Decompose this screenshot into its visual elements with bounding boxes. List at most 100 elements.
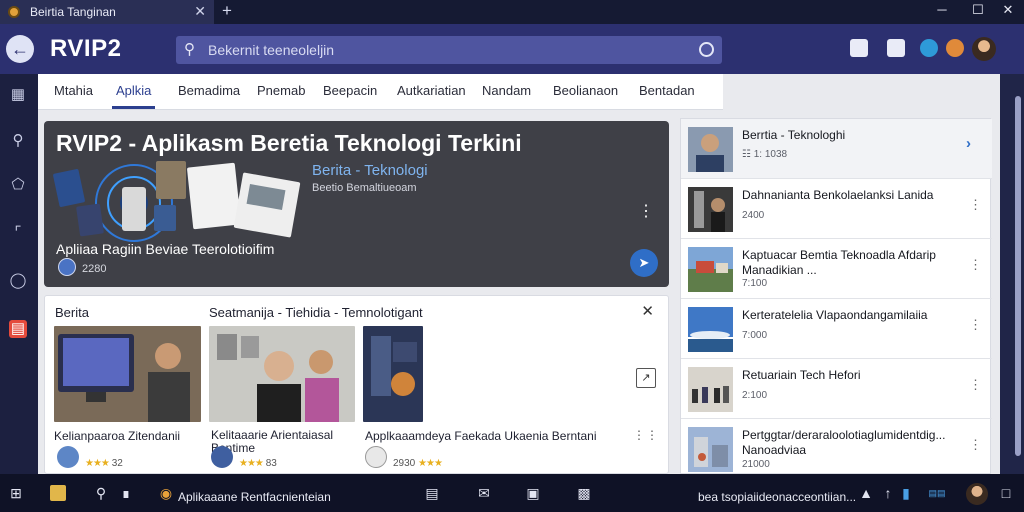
list-thumbnail <box>688 367 733 412</box>
share-button[interactable]: ➤ <box>630 249 658 277</box>
article-meta: ★★★ 83 <box>239 458 277 469</box>
tab-pnemab[interactable]: Pnemab <box>257 83 305 98</box>
search-icon: ⚲ <box>184 41 195 58</box>
related-articles-card: Berita Seatmanija - Tiehidia - Temnoloti… <box>44 295 669 474</box>
tab-beolianaon[interactable]: Beolianaon <box>553 83 618 98</box>
task-view-icon[interactable]: ∎ <box>118 485 134 501</box>
history-icon[interactable]: ◯ <box>9 272 27 290</box>
voice-search-icon[interactable] <box>699 42 714 57</box>
more-options-icon[interactable]: ⋮ <box>969 437 982 453</box>
list-item[interactable]: Pertggtar/deraraloolotiaglumidentdig... … <box>681 419 992 479</box>
scrollbar-thumb[interactable] <box>1015 96 1021 456</box>
article-title[interactable]: Kelianpaaroa Zitendanii <box>54 429 180 443</box>
more-options-icon[interactable]: ⋮ <box>969 317 982 333</box>
article-meta: 2930 ★★★ <box>393 458 443 469</box>
title-bar: Beirtia Tanginan ✕ + ─ ☐ ✕ <box>0 0 1024 24</box>
app-title: RVIP2 <box>50 35 122 62</box>
browser-tab[interactable]: Beirtia Tanginan ✕ <box>0 0 214 24</box>
author-avatar <box>57 446 79 468</box>
rating-stars: ★★★ <box>85 458 110 469</box>
search-icon[interactable]: ⚲ <box>93 485 109 501</box>
featured-article[interactable]: RVIP2 - Aplikasm Beretia Teknologi Terki… <box>44 121 669 287</box>
article-thumbnail[interactable] <box>363 326 423 422</box>
tab-aplkia[interactable]: Aplkia <box>111 83 156 109</box>
list-thumbnail <box>688 187 733 232</box>
pin-icon[interactable]: ⚲ <box>9 132 27 150</box>
list-item[interactable]: Retuariain Tech Hefori 2:100 ⋮ <box>681 359 992 419</box>
store-icon[interactable]: ▩ <box>576 485 592 501</box>
taskbar-app-label[interactable]: Aplikaaane Rentfacnienteian <box>178 490 331 504</box>
rating-stars: ★★★ <box>239 458 264 469</box>
clock-widget-icon[interactable]: ▤▤ <box>926 485 948 501</box>
featured-count: 2280 <box>82 263 107 275</box>
expand-icon[interactable]: ↗ <box>636 368 656 388</box>
tab-close-icon[interactable]: ✕ <box>194 3 206 20</box>
list-title: Pertggtar/deraraloolotiaglumidentdig... … <box>742 428 946 457</box>
tab-title: Beirtia Tanginan <box>30 5 116 19</box>
more-options-icon[interactable]: ⋮ <box>638 201 654 221</box>
tab-nandam[interactable]: Nandam <box>482 83 531 98</box>
list-meta: 2:100 <box>742 390 768 401</box>
screenshot-icon[interactable]: ▣ <box>525 485 541 501</box>
list-item[interactable]: Dahnanianta Benkolaelanksi Lanida 2400 ⋮ <box>681 179 992 239</box>
tab-bemadima[interactable]: Bemadima <box>178 83 240 98</box>
more-options-icon[interactable]: ⋮ <box>969 197 982 213</box>
tab-bentadan[interactable]: Bentadan <box>639 83 695 98</box>
maximize-button[interactable]: ☐ <box>968 2 988 18</box>
article-title[interactable]: Applkaaamdeya Faekada Ukaenia Berntani <box>365 429 596 443</box>
chart-icon[interactable]: ⌜ <box>9 224 27 242</box>
close-window-button[interactable]: ✕ <box>998 2 1018 18</box>
minimize-button[interactable]: ─ <box>932 2 952 17</box>
user-avatar[interactable] <box>972 37 996 61</box>
article-thumbnail[interactable] <box>54 326 201 422</box>
news-icon[interactable]: ▤ <box>9 320 27 338</box>
notification-center-icon[interactable]: □ <box>998 485 1014 501</box>
list-item[interactable]: Berrtia - Teknologhi ☷ 1: 1038 › <box>681 119 992 179</box>
article-thumbnail[interactable] <box>209 326 355 422</box>
windows-start-icon[interactable]: ⊞ <box>8 485 24 501</box>
more-options-icon[interactable]: ⋮ <box>969 377 982 393</box>
back-button[interactable]: ← <box>6 35 34 63</box>
list-title: Kaptuacar Bemtia Teknoadla Afdarip Manad… <box>742 248 936 277</box>
more-dots-icon[interactable]: ⋮⋮ <box>633 428 659 442</box>
mail-icon[interactable]: ✉ <box>476 485 492 501</box>
list-meta: 7:000 <box>742 330 768 341</box>
search-bar[interactable]: ⚲ <box>176 36 722 64</box>
rating-stars: ★★★ <box>418 458 443 469</box>
browser-app-icon[interactable]: ◉ <box>158 485 174 501</box>
share-icon[interactable] <box>920 39 938 57</box>
article-meta: ★★★ 32 <box>85 458 123 469</box>
featured-category[interactable]: Berita - Teknologi <box>312 162 428 179</box>
list-item[interactable]: Kerteratelelia Vlapaondangamilaiia 7:000… <box>681 299 992 359</box>
featured-caption: Apliiaa Ragiin Beviae Teerolotioifim <box>56 241 275 257</box>
taskbar: ⊞ ⚲ ∎ ◉ Aplikaaane Rentfacnienteian ▤ ✉ … <box>0 474 1024 512</box>
extension-icon[interactable] <box>946 39 964 57</box>
taskbar-status-text: bea tsopiaiideonacceontiian... <box>698 490 857 504</box>
file-explorer-icon[interactable] <box>50 485 66 501</box>
list-meta: 21000 <box>742 459 770 470</box>
chevron-right-icon[interactable]: › <box>966 135 971 152</box>
list-meta: 7:100 <box>742 278 768 289</box>
user-avatar[interactable] <box>966 483 988 505</box>
close-icon[interactable]: ✕ <box>641 302 654 320</box>
tab-mtahia[interactable]: Mtahia <box>54 83 93 98</box>
bookmark-icon[interactable] <box>850 39 868 57</box>
featured-title: RVIP2 - Aplikasm Beretia Teknologi Terki… <box>56 130 522 156</box>
grid-icon[interactable]: ▦ <box>9 86 27 104</box>
more-options-icon[interactable]: ⋮ <box>969 257 982 273</box>
tab-beepacin[interactable]: Beepacin <box>323 83 377 98</box>
volume-icon[interactable]: ↑ <box>880 485 896 501</box>
list-title: Retuariain Tech Hefori <box>742 368 861 382</box>
tab-autkariatian[interactable]: Autkariatian <box>397 83 466 98</box>
battery-icon[interactable]: ▮ <box>898 485 914 501</box>
new-tab-button[interactable]: + <box>222 1 232 21</box>
notes-icon[interactable]: ▤ <box>424 485 440 501</box>
search-input[interactable] <box>208 40 668 60</box>
news-list: Berrtia - Teknologhi ☷ 1: 1038 › Dahnani… <box>680 118 992 474</box>
list-thumbnail <box>688 307 733 352</box>
list-thumbnail <box>688 427 733 472</box>
notification-icon[interactable] <box>887 39 905 57</box>
pentagon-icon[interactable]: ⬠ <box>9 176 27 194</box>
network-icon[interactable]: ▲ <box>858 485 874 501</box>
list-item[interactable]: Kaptuacar Bemtia Teknoadla Afdarip Manad… <box>681 239 992 299</box>
